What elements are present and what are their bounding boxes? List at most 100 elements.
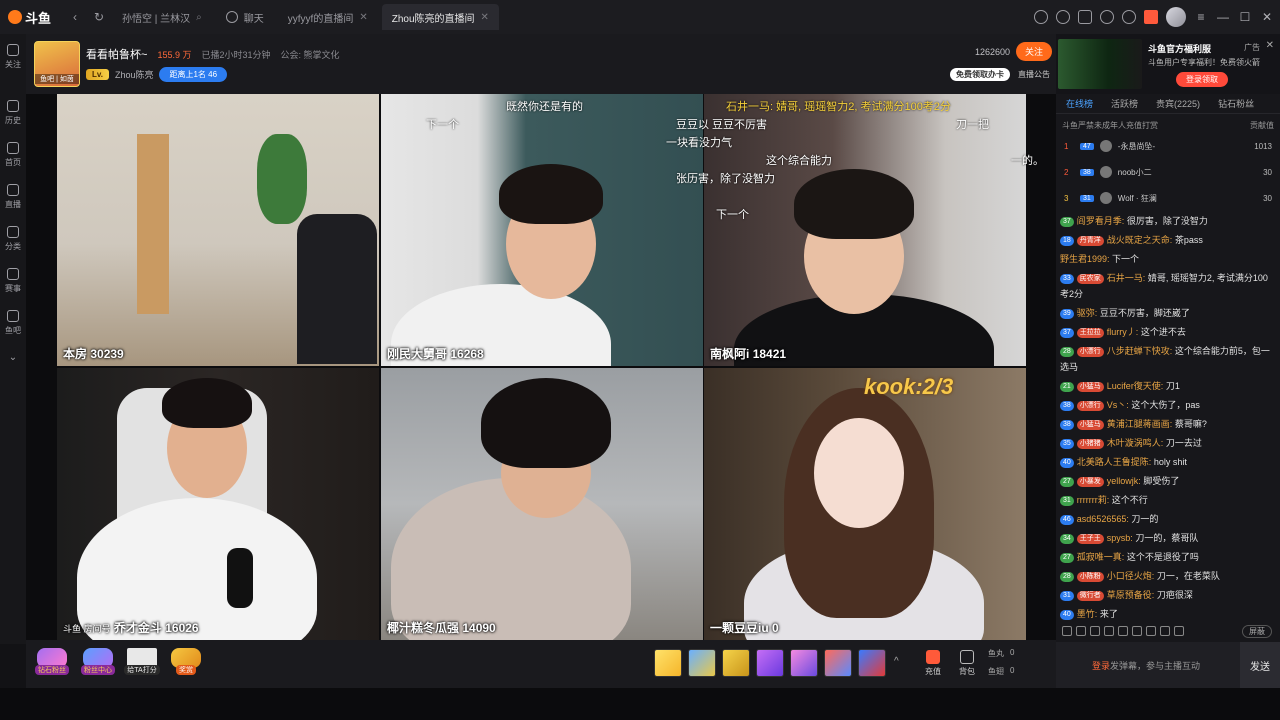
- tab-online-rank[interactable]: 在线榜: [1066, 97, 1093, 110]
- gift-gold[interactable]: [722, 649, 750, 677]
- tab-close-icon[interactable]: ✕: [359, 12, 367, 23]
- emoji-icon[interactable]: [1062, 626, 1072, 636]
- chat-username[interactable]: flurry丿:: [1107, 327, 1139, 337]
- chat-message[interactable]: 37 阎罗看月季: 很厉害，除了没智力: [1060, 212, 1276, 231]
- tab-diamond-fans[interactable]: 钻石粉丝: [1218, 97, 1254, 110]
- chat-message[interactable]: 28 小陈粉 小口径火炮: 刀一，在老菜队: [1060, 567, 1276, 586]
- maximize-button[interactable]: ☐: [1238, 10, 1252, 24]
- gift-icon[interactable]: [1144, 10, 1158, 24]
- tab-close-icon[interactable]: ✕: [481, 12, 489, 23]
- chat-message[interactable]: 34 王子王 spysb: 刀一的，蔡哥队: [1060, 529, 1276, 548]
- anchor-name[interactable]: Zhou陈亮: [115, 68, 154, 81]
- sidebar-item-follow[interactable]: 关注: [5, 44, 21, 70]
- chat-message[interactable]: 27 小暴发 yellowjk: 脚受伤了: [1060, 472, 1276, 491]
- chat-message[interactable]: 40 北美路人王鲁提陈: holy shit: [1060, 453, 1276, 472]
- tab-sunwukong[interactable]: 孙悟空 | 兰林汉 ⌕: [112, 4, 212, 30]
- guild-name[interactable]: 公会: 熊掌文化: [281, 48, 340, 61]
- chat-message[interactable]: 18 丹青洋 战火既定之天命: 茶pass: [1060, 231, 1276, 250]
- sidebar-item-live[interactable]: 直播: [5, 184, 21, 210]
- rank-pill[interactable]: 距离上1名 46: [159, 67, 228, 82]
- sidebar-item-category[interactable]: 分类: [5, 226, 21, 252]
- settings-icon[interactable]: [1174, 626, 1184, 636]
- ad-banner[interactable]: 斗鱼官方福利服 广告 ✕ 斗鱼用户专享福利！免费领火箭 登录领取: [1056, 34, 1280, 94]
- tab-active-rank[interactable]: 活跃榜: [1111, 97, 1138, 110]
- chat-message[interactable]: 35 小猪猪 木叶漩涡鸣人: 刀一去过: [1060, 434, 1276, 453]
- chat-username[interactable]: yellowjk:: [1107, 476, 1141, 486]
- sidebar-more[interactable]: ⌄: [9, 352, 17, 363]
- chat-username[interactable]: spysb:: [1107, 533, 1133, 543]
- chat-message[interactable]: 27 孤寂唯一真: 这个不是退役了吗: [1060, 548, 1276, 567]
- gift-rocket[interactable]: [858, 649, 886, 677]
- rank-row[interactable]: 3 31 Wolf · 狂澜 30: [1056, 185, 1280, 211]
- chat-message[interactable]: 38 小猛马 黄浦江腿蒋画画: 蔡哥嘛?: [1060, 415, 1276, 434]
- badge-icon[interactable]: [1104, 626, 1114, 636]
- close-icon[interactable]: ✕: [1266, 40, 1274, 51]
- login-link[interactable]: 登录: [1092, 659, 1110, 672]
- diamond-fans-button[interactable]: 钻石粉丝: [34, 648, 70, 680]
- history-clock-icon[interactable]: [1034, 10, 1048, 24]
- chat-username[interactable]: 石井一马:: [1107, 273, 1146, 283]
- sidebar-item-esports[interactable]: 赛事: [5, 268, 21, 294]
- color-icon[interactable]: [1118, 626, 1128, 636]
- chat-message[interactable]: 39 驱弥: 豆豆不厉害，脚还崴了: [1060, 304, 1276, 323]
- chat-username[interactable]: rrrrrrr莉:: [1077, 495, 1109, 505]
- gift-plane[interactable]: [824, 649, 852, 677]
- gift-crystal[interactable]: [756, 649, 784, 677]
- back-icon[interactable]: ‹: [66, 8, 84, 26]
- gift-badge[interactable]: [688, 649, 716, 677]
- chat-input[interactable]: 登录 发弹幕，参与主播互动: [1056, 642, 1240, 688]
- chat-username[interactable]: 黄浦江腿蒋画画:: [1107, 419, 1173, 429]
- chat-username[interactable]: 孤寂唯一真:: [1077, 552, 1125, 562]
- announce-button[interactable]: 直播公告: [1018, 69, 1050, 80]
- send-button[interactable]: 发送: [1240, 642, 1280, 688]
- chat-username[interactable]: asd6526565:: [1077, 514, 1129, 524]
- chat-message[interactable]: 31 微行者 草原预备役: 刀疤很深: [1060, 586, 1276, 605]
- chat-username[interactable]: 草原预备役:: [1107, 590, 1155, 600]
- chat-message[interactable]: 野生君1999: 下一个: [1060, 250, 1276, 269]
- anchor-avatar[interactable]: 鱼吧 | 如茵: [34, 41, 80, 87]
- search-icon[interactable]: ⌕: [196, 12, 202, 23]
- chat-username[interactable]: 小口径火炮:: [1107, 571, 1155, 581]
- ad-login-button[interactable]: 登录领取: [1176, 72, 1228, 87]
- chat-message[interactable]: 31 rrrrrrr莉: 这个不行: [1060, 491, 1276, 510]
- game-icon[interactable]: [1122, 10, 1136, 24]
- reward-button[interactable]: 奖赏: [168, 648, 204, 680]
- chat-username[interactable]: Lucifer復天使:: [1107, 381, 1164, 391]
- sidebar-item-home[interactable]: 首页: [5, 142, 21, 168]
- shield-toggle[interactable]: 屏蔽: [1242, 624, 1272, 638]
- video-player[interactable]: 本房 30239 刚民大舅哥 16268 南枫阿i 18421 斗鱼 房间号 乔…: [26, 94, 1056, 640]
- heart-icon[interactable]: [1056, 10, 1070, 24]
- chat-username[interactable]: 驱弥:: [1077, 308, 1098, 318]
- follow-button[interactable]: 关注: [1015, 42, 1052, 61]
- backpack-button[interactable]: 背包: [952, 650, 982, 677]
- chat-message[interactable]: 40 墨竹: 来了: [1060, 605, 1276, 622]
- user-avatar[interactable]: [1166, 7, 1186, 27]
- free-card-button[interactable]: 免费领取办卡: [950, 68, 1010, 81]
- fans-center-button[interactable]: 粉丝中心: [80, 648, 116, 680]
- chat-username[interactable]: 阎罗看月季:: [1077, 216, 1125, 226]
- calendar-icon[interactable]: [1078, 10, 1092, 24]
- chat-username[interactable]: 墨竹:: [1077, 609, 1098, 619]
- chat-message[interactable]: 21 小猛马 Lucifer復天使: 刀1: [1060, 377, 1276, 396]
- recharge-button[interactable]: 充值: [918, 650, 948, 677]
- chat-message[interactable]: 33 民农家 石井一马: 婧哥, 瑶瑶智力2, 考试满分100考2分: [1060, 269, 1276, 304]
- tab-vip[interactable]: 贵宾(2225): [1156, 97, 1200, 110]
- chat-username[interactable]: 木叶漩涡鸣人:: [1107, 438, 1164, 448]
- tab-zhou-room[interactable]: Zhou陈亮的直播间 ✕: [381, 4, 499, 30]
- chat-username[interactable]: Vs丶:: [1107, 400, 1129, 410]
- chat-message[interactable]: 28 小漂行 八步赶蝉下快攻: 这个综合能力前5，包一选马: [1060, 342, 1276, 377]
- refresh-icon[interactable]: ↻: [90, 8, 108, 26]
- fans-icon[interactable]: [1146, 626, 1156, 636]
- tab-yyfyyf[interactable]: yyfyyf的直播间 ✕: [278, 4, 378, 30]
- sidebar-item-history[interactable]: 历史: [5, 100, 21, 126]
- more-gifts-icon[interactable]: ^: [894, 656, 899, 667]
- chat-message[interactable]: 37 王拉拉 flurry丿: 这个进不去: [1060, 323, 1276, 342]
- menu-icon[interactable]: ≡: [1194, 10, 1208, 24]
- chat-username[interactable]: 野生君1999:: [1060, 254, 1110, 264]
- chat-message[interactable]: 46 asd6526565: 刀一的: [1060, 510, 1276, 529]
- gift-fairy[interactable]: [790, 649, 818, 677]
- chat-message[interactable]: 38 小漂行 Vs丶: 这个大伤了，pas: [1060, 396, 1276, 415]
- tab-chat[interactable]: 聊天: [216, 4, 274, 30]
- minimize-button[interactable]: —: [1216, 10, 1230, 24]
- heart-icon[interactable]: [1076, 626, 1086, 636]
